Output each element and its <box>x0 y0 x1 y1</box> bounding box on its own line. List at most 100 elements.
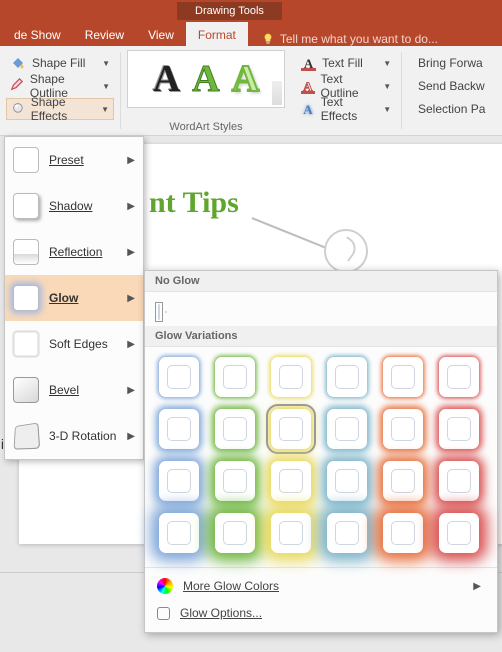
reflection-icon <box>13 239 39 265</box>
tab-slide-show[interactable]: de Show <box>2 22 73 46</box>
fx-reflection-label: Reflection <box>49 245 102 259</box>
chevron-down-icon: ▼ <box>102 82 110 91</box>
tab-review[interactable]: Review <box>73 22 136 46</box>
wordart-gallery[interactable]: A A A <box>127 50 285 108</box>
wordart-group-caption: WordArt Styles <box>127 119 285 135</box>
wordart-preset-3[interactable]: A <box>232 57 259 101</box>
selection-pane-button[interactable]: Selection Pa <box>408 98 496 120</box>
glow-variation[interactable] <box>439 357 479 397</box>
chevron-down-icon: ▼ <box>383 59 391 68</box>
glow-variation[interactable] <box>383 409 423 449</box>
tab-format[interactable]: Format <box>186 22 248 46</box>
fx-reflection[interactable]: Reflection ▶ <box>5 229 143 275</box>
glow-variation[interactable] <box>159 513 199 553</box>
text-effects-button[interactable]: A Text Effects ▼ <box>297 98 395 120</box>
glow-variation[interactable] <box>271 513 311 553</box>
fx-3d-rotation[interactable]: 3-D Rotation ▶ <box>5 413 143 459</box>
glow-options-label: Glow Options... <box>180 606 262 620</box>
chevron-right-icon: ▶ <box>127 293 135 304</box>
drawing-tools-context-tab: Drawing Tools <box>177 2 282 20</box>
fx-glow[interactable]: Glow ▶ <box>5 275 143 321</box>
glow-variation[interactable] <box>439 409 479 449</box>
options-icon <box>157 607 170 620</box>
tell-me-search[interactable]: Tell me what you want to do... <box>248 32 438 46</box>
color-wheel-icon <box>157 578 173 594</box>
no-glow-option[interactable] <box>155 302 163 322</box>
glow-variation[interactable] <box>215 513 255 553</box>
glow-variation[interactable] <box>215 357 255 397</box>
glow-variation[interactable] <box>159 461 199 501</box>
effects-icon <box>11 101 25 117</box>
chevron-right-icon: ▶ <box>127 339 135 350</box>
shape-fill-button[interactable]: Shape Fill ▼ <box>6 52 114 74</box>
more-glow-colors[interactable]: More Glow Colors ▶ <box>151 572 491 600</box>
glow-variations-header: Glow Variations <box>145 326 497 347</box>
fx-glow-label: Glow <box>49 291 78 305</box>
circle-shape[interactable] <box>324 229 368 273</box>
chevron-down-icon: ▼ <box>102 59 110 68</box>
chevron-right-icon: ▶ <box>127 155 135 166</box>
wordart-preset-2[interactable]: A <box>192 57 219 101</box>
shape-effects-label: Shape Effects <box>31 95 95 123</box>
text-fill-icon: A <box>301 56 316 71</box>
wordart-preset-1[interactable]: A <box>153 57 180 101</box>
chevron-right-icon: ▶ <box>127 385 135 396</box>
fx-shadow-label: Shadow <box>49 199 92 213</box>
soft-edges-icon <box>13 331 39 357</box>
chevron-down-icon: ▼ <box>383 105 391 114</box>
fx-soft-edges[interactable]: Soft Edges ▶ <box>5 321 143 367</box>
preset-icon <box>13 147 39 173</box>
bring-forward-label: Bring Forwa <box>418 56 483 70</box>
bring-forward-button[interactable]: Bring Forwa <box>408 52 496 74</box>
glow-variation[interactable] <box>439 513 479 553</box>
send-backward-button[interactable]: Send Backw <box>408 75 496 97</box>
glow-variation[interactable] <box>215 461 255 501</box>
tab-view[interactable]: View <box>136 22 186 46</box>
bucket-icon <box>10 55 26 71</box>
chevron-down-icon: ▼ <box>383 82 391 91</box>
chevron-right-icon: ▶ <box>127 201 135 212</box>
glow-variation[interactable] <box>215 409 255 449</box>
rotation-icon <box>14 422 41 449</box>
fx-bevel-label: Bevel <box>49 383 79 397</box>
glow-variation[interactable] <box>271 409 311 449</box>
selection-pane-label: Selection Pa <box>418 102 485 116</box>
glow-icon <box>13 285 39 311</box>
glow-variations-grid <box>145 347 497 567</box>
no-glow-header: No Glow <box>145 271 497 292</box>
glow-variation[interactable] <box>439 461 479 501</box>
shape-fill-label: Shape Fill <box>32 56 85 70</box>
text-outline-button[interactable]: A Text Outline ▼ <box>297 75 395 97</box>
glow-variation[interactable] <box>383 513 423 553</box>
text-fill-button[interactable]: A Text Fill ▼ <box>297 52 395 74</box>
glow-variation[interactable] <box>327 461 367 501</box>
pen-icon <box>10 78 24 94</box>
glow-variation[interactable] <box>383 461 423 501</box>
text-effects-label: Text Effects <box>321 95 377 123</box>
chevron-right-icon: ▶ <box>473 581 481 592</box>
glow-variation[interactable] <box>271 461 311 501</box>
glow-variation[interactable] <box>383 357 423 397</box>
tell-me-label: Tell me what you want to do... <box>280 32 438 46</box>
shape-effects-button[interactable]: Shape Effects ▼ <box>6 98 114 120</box>
glow-options[interactable]: Glow Options... <box>151 600 491 626</box>
fx-preset[interactable]: Preset ▶ <box>5 137 143 183</box>
glow-variation[interactable] <box>327 513 367 553</box>
shape-outline-button[interactable]: Shape Outline ▼ <box>6 75 114 97</box>
glow-variation[interactable] <box>159 409 199 449</box>
bevel-icon <box>13 377 39 403</box>
text-effects-icon: A <box>301 102 315 117</box>
glow-variation[interactable] <box>327 409 367 449</box>
glow-variation[interactable] <box>271 357 311 397</box>
shadow-icon <box>13 193 39 219</box>
glow-flyout-panel: No Glow Glow Variations More Glow Colors… <box>144 270 498 633</box>
fx-shadow[interactable]: Shadow ▶ <box>5 183 143 229</box>
connector-shape[interactable] <box>252 217 327 249</box>
text-outline-icon: A <box>301 79 314 94</box>
fx-preset-label: Preset <box>49 153 84 167</box>
fx-bevel[interactable]: Bevel ▶ <box>5 367 143 413</box>
glow-variation[interactable] <box>327 357 367 397</box>
shape-effects-menu: Preset ▶ Shadow ▶ Reflection ▶ Glow ▶ So… <box>4 136 144 460</box>
glow-variation[interactable] <box>159 357 199 397</box>
fx-soft-edges-label: Soft Edges <box>49 337 108 351</box>
